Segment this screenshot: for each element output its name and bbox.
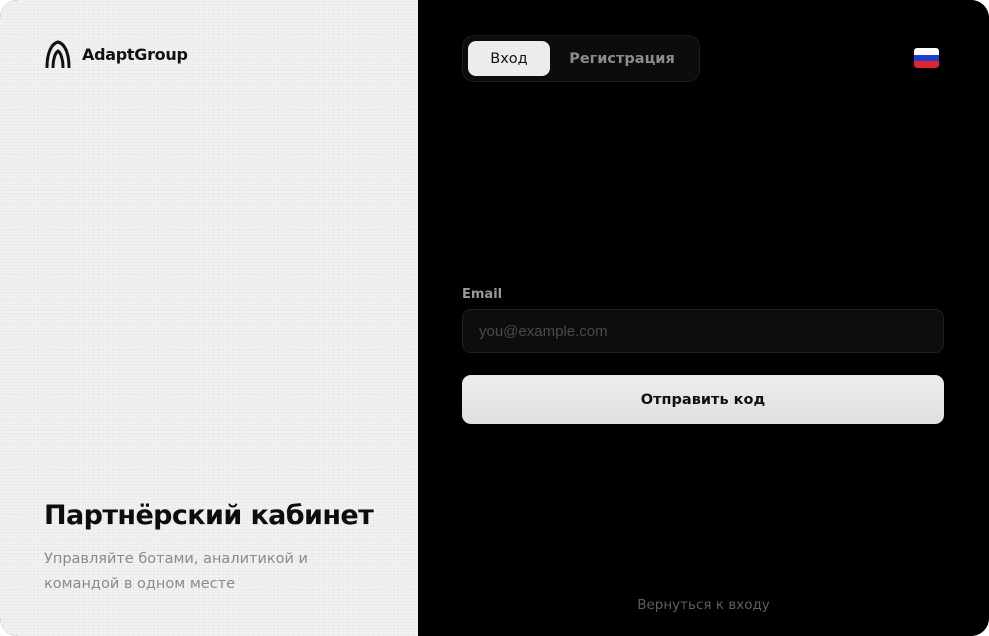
email-label: Email [462, 287, 503, 302]
adaptgroup-logo-icon [45, 40, 71, 68]
tab-register[interactable]: Регистрация [550, 41, 694, 76]
hero-title: Партнёрский кабинет [44, 500, 374, 531]
send-code-button[interactable]: Отправить код [462, 375, 944, 424]
brand: AdaptGroup [44, 40, 188, 68]
back-to-login-link[interactable]: Вернуться к входу [418, 597, 989, 613]
left-brand-panel: AdaptGroup Партнёрский кабинет Управляйт… [0, 0, 418, 636]
tab-login[interactable]: Вход [468, 41, 550, 76]
flag-stripe-white [914, 48, 939, 55]
flag-stripe-red [914, 61, 939, 68]
flag-stripe-blue [914, 54, 939, 62]
brand-name: AdaptGroup [82, 44, 188, 64]
auth-tabs: Вход Регистрация [462, 35, 700, 82]
login-window: AdaptGroup Партнёрский кабинет Управляйт… [0, 0, 989, 636]
auth-panel: Вход Регистрация Email Отправить код Вер… [418, 0, 989, 636]
email-input[interactable] [462, 309, 944, 353]
russian-flag-icon[interactable] [914, 48, 939, 68]
hero-subtitle: Управляйте ботами, аналитикой и командой… [44, 551, 308, 592]
